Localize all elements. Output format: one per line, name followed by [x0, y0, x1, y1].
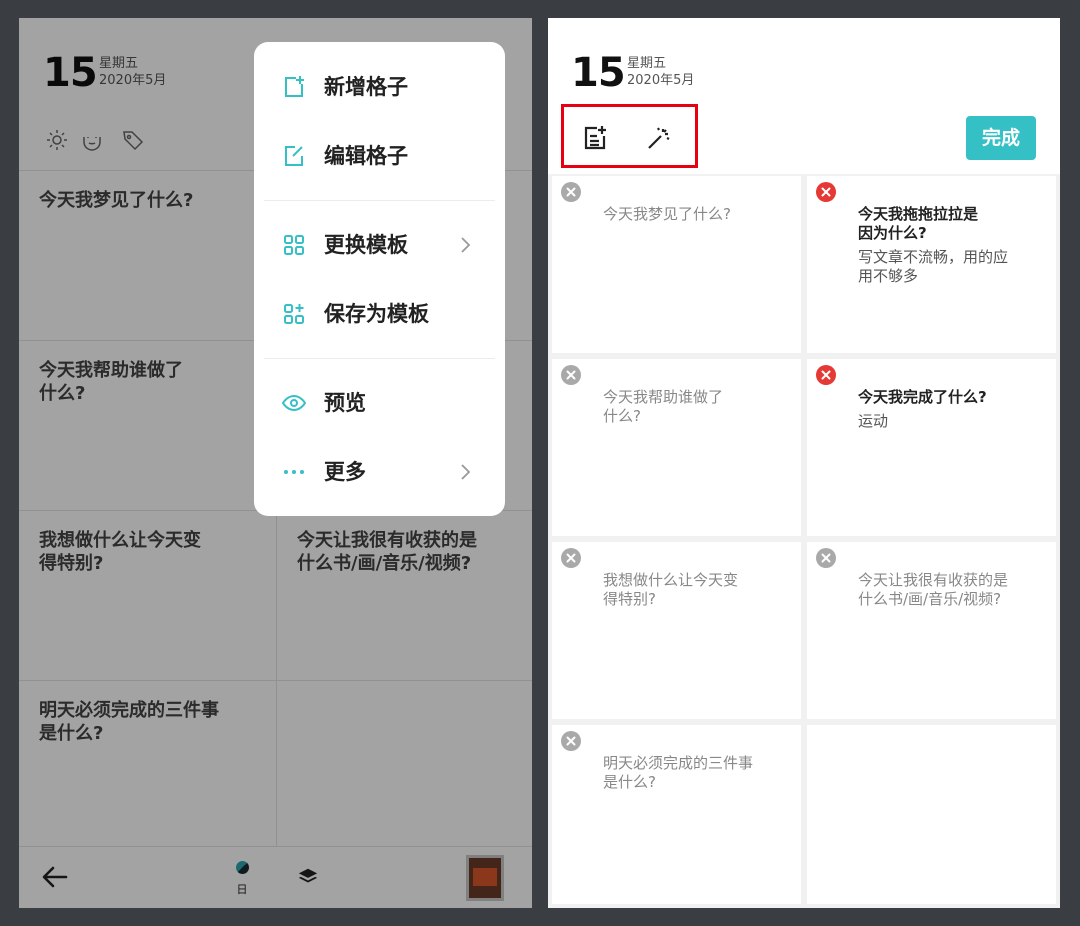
edit-cell[interactable]: 今天我拖拖拉拉是 因为什么? 写文章不流畅，用的应 用不够多 [807, 176, 1056, 353]
question-line: 什么书/画/音乐/视频? [858, 590, 1002, 608]
menu-item-label: 预览 [324, 391, 366, 415]
edit-cell[interactable]: 今天我帮助谁做了 什么? [552, 359, 801, 536]
empty-cell [807, 725, 1056, 904]
weekday-label: 星期五 [627, 56, 667, 71]
x-glyph [821, 553, 831, 563]
edit-cell[interactable]: 今天我完成了什么? 运动 [807, 359, 1056, 536]
menu-item-change-template[interactable]: 更换模板 [254, 217, 505, 273]
delete-cell-icon[interactable] [561, 731, 581, 751]
cell-answer: 运动 [858, 412, 888, 431]
magic-wand-icon[interactable] [644, 124, 672, 152]
answer-line: 用不够多 [858, 267, 919, 285]
delete-cell-icon[interactable] [561, 548, 581, 568]
chevron-right-icon [461, 464, 471, 480]
menu-item-add-cell[interactable]: 新增格子 [254, 59, 505, 115]
delete-cell-icon[interactable] [561, 182, 581, 202]
x-glyph [821, 187, 831, 197]
cell-answer: 写文章不流畅，用的应 用不够多 [858, 248, 1008, 286]
edit-cell[interactable]: 我想做什么让今天变 得特别? [552, 542, 801, 719]
x-glyph [566, 553, 576, 563]
chevron-right-icon [461, 237, 471, 253]
question-line: 今天让我很有收获的是 [858, 571, 1009, 589]
delete-cell-icon[interactable] [816, 182, 836, 202]
question-line: 明天必须完成的三件事 [603, 754, 754, 772]
day-number: 15 [571, 50, 626, 96]
cell-question: 我想做什么让今天变 得特别? [603, 571, 738, 609]
done-button[interactable]: 完成 [966, 116, 1036, 160]
context-menu: 新增格子 编辑格子 更换模板 保存为模板 预览 更多 [254, 42, 505, 516]
cell-question: 今天让我很有收获的是 什么书/画/音乐/视频? [858, 571, 1008, 609]
add-note-icon[interactable] [581, 124, 609, 152]
template-grid-icon [284, 235, 304, 255]
edit-cell[interactable]: 今天让我很有收获的是 什么书/画/音乐/视频? [807, 542, 1056, 719]
edit-cell[interactable]: 明天必须完成的三件事 是什么? [552, 725, 801, 904]
right-panel: 15 星期五 2020年5月 完成 今天我梦见了什么? 今天我拖拖拉拉是 因为什… [548, 18, 1060, 908]
delete-cell-icon[interactable] [816, 548, 836, 568]
x-glyph [566, 736, 576, 746]
save-template-icon [284, 304, 304, 324]
question-line: 今天我梦见了什么? [603, 205, 731, 223]
menu-item-preview[interactable]: 预览 [254, 375, 505, 431]
menu-item-label: 新增格子 [324, 75, 408, 99]
question-line: 今天我拖拖拉拉是 [858, 205, 979, 223]
menu-divider [264, 358, 495, 359]
question-line: 得特别? [603, 590, 656, 608]
menu-divider [264, 200, 495, 201]
menu-item-more[interactable]: 更多 [254, 444, 505, 500]
question-line: 因为什么? [858, 224, 927, 242]
delete-cell-icon[interactable] [561, 365, 581, 385]
cell-question: 今天我梦见了什么? [603, 205, 731, 224]
x-glyph [566, 187, 576, 197]
answer-line: 写文章不流畅，用的应 [858, 248, 1009, 266]
menu-item-label: 保存为模板 [324, 302, 429, 326]
question-line: 我想做什么让今天变 [603, 571, 739, 589]
menu-item-label: 更换模板 [324, 233, 408, 257]
menu-item-save-template[interactable]: 保存为模板 [254, 286, 505, 342]
x-glyph [566, 370, 576, 380]
question-line: 是什么? [603, 773, 656, 791]
question-line: 今天我完成了什么? [858, 388, 987, 406]
x-glyph [821, 370, 831, 380]
cell-question: 明天必须完成的三件事 是什么? [603, 754, 753, 792]
add-cell-icon [285, 76, 304, 97]
question-line: 什么? [603, 407, 641, 425]
menu-item-edit-cell[interactable]: 编辑格子 [254, 128, 505, 184]
cell-question: 今天我帮助谁做了 什么? [603, 388, 723, 426]
cell-question: 今天我拖拖拉拉是 因为什么? [858, 205, 978, 243]
menu-item-label: 编辑格子 [324, 144, 408, 168]
year-month-label: 2020年5月 [627, 73, 695, 88]
edit-header: 15 星期五 2020年5月 完成 [548, 18, 1060, 174]
eye-icon [282, 394, 306, 412]
edit-cell-icon [285, 146, 303, 166]
edit-cell[interactable]: 今天我梦见了什么? [552, 176, 801, 353]
answer-line: 运动 [858, 412, 889, 430]
cell-question: 今天我完成了什么? [858, 388, 987, 407]
more-dots-icon [284, 470, 304, 474]
question-line: 今天我帮助谁做了 [603, 388, 724, 406]
delete-cell-icon[interactable] [816, 365, 836, 385]
menu-item-label: 更多 [324, 460, 366, 484]
